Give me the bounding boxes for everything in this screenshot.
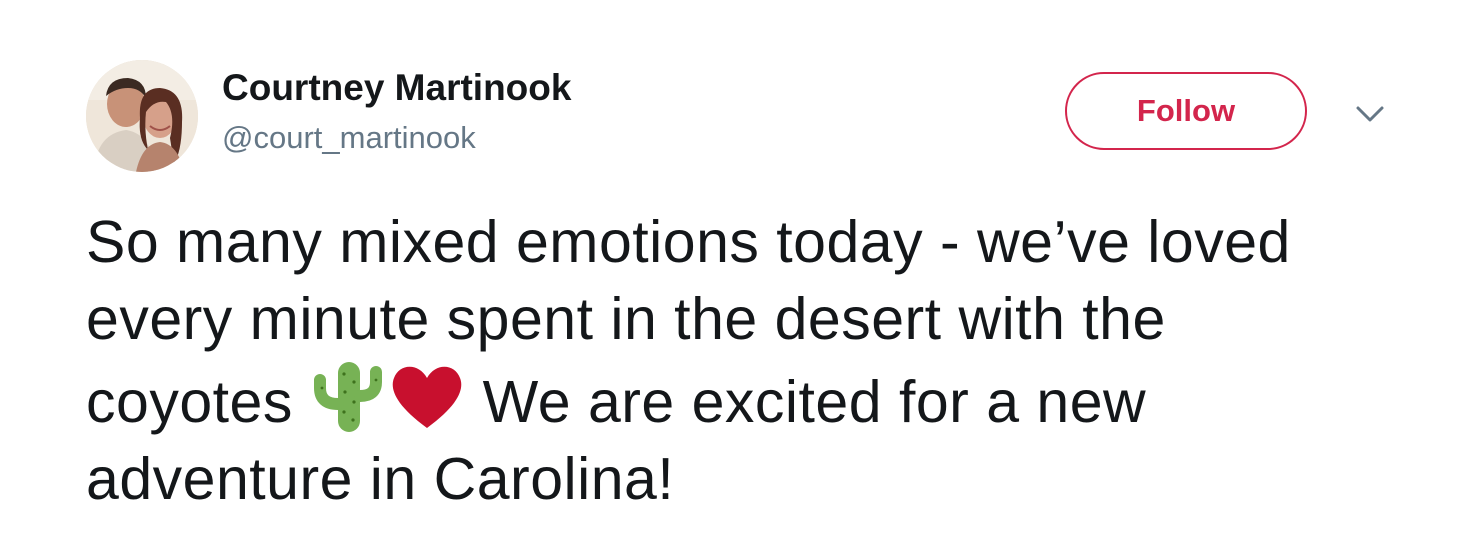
tweet-text-segment: We are excited for a new [465,369,1147,435]
author-display-name[interactable]: Courtney Martinook [222,66,571,110]
follow-button[interactable]: Follow [1065,72,1307,150]
cactus-icon [310,358,388,434]
tweet-text-line: So many mixed emotions today - we’ve lov… [86,209,1291,275]
tweet-text-line: every minute spent in the desert with th… [86,286,1166,352]
tweet-text-segment: coyotes [86,369,310,435]
tweet-card: Courtney Martinook @court_martinook Foll… [0,0,1460,542]
tweet-text-line: adventure in Carolina! [86,446,675,512]
red-heart-icon [388,358,466,434]
tweet-text: So many mixed emotions today - we’ve lov… [86,204,1416,518]
more-options-button[interactable] [1352,100,1388,126]
avatar[interactable] [86,60,198,172]
tweet-text-line: coyotes We are excited for a new [86,358,1416,441]
profile-photo-icon [86,60,198,172]
chevron-down-icon [1356,106,1384,122]
author-handle[interactable]: @court_martinook [222,118,476,158]
